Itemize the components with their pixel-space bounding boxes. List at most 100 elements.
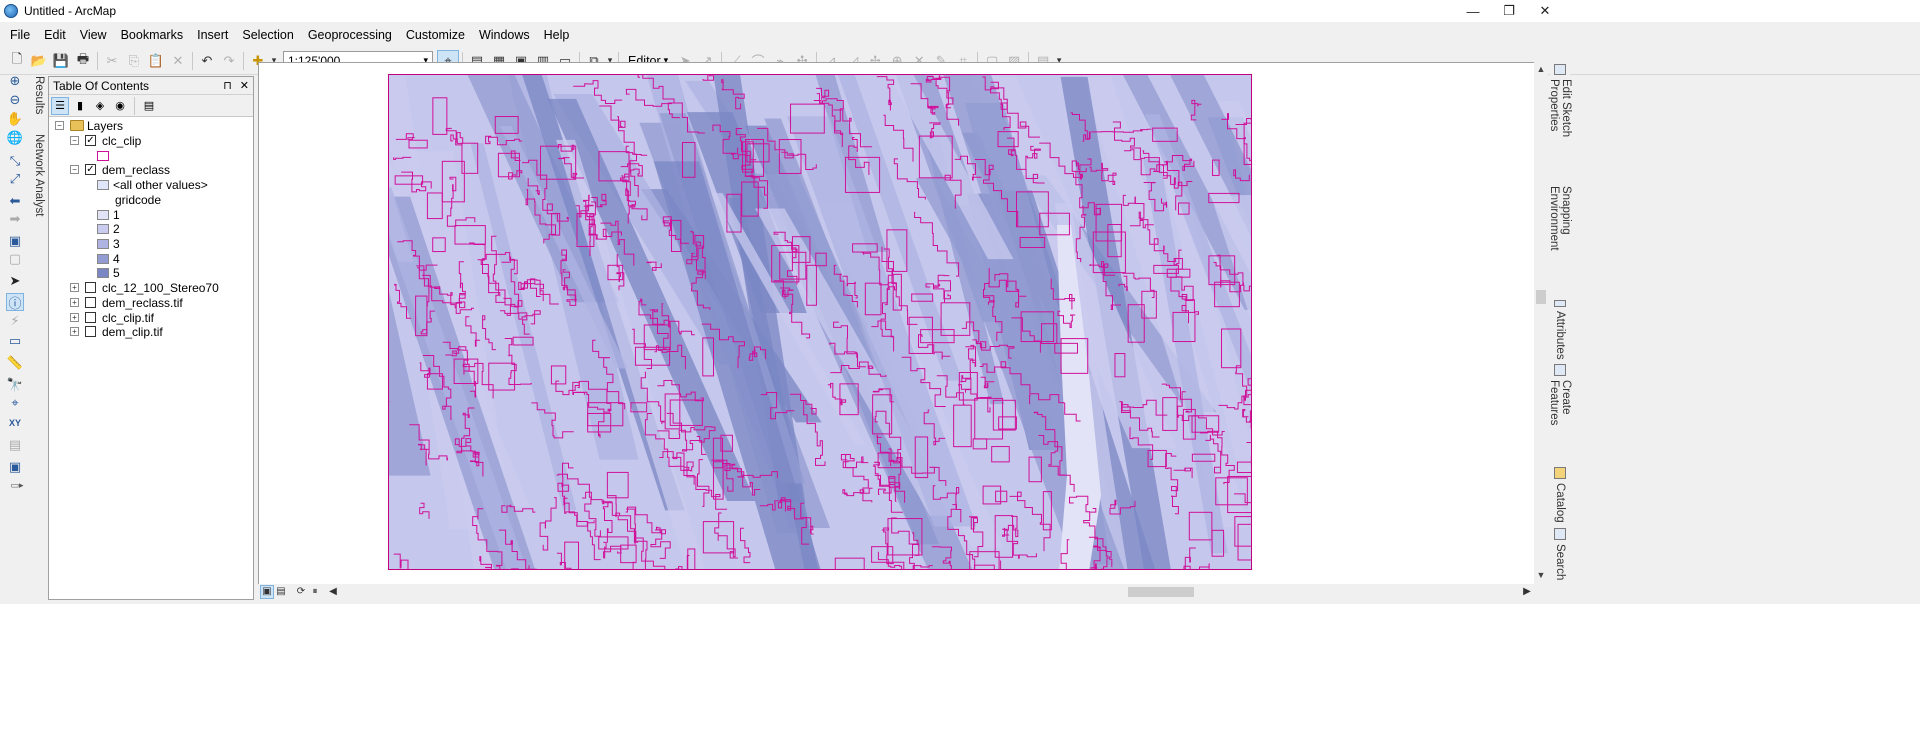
catalog-tab[interactable]: Catalog [1551,467,1569,525]
list-by-drawing-order-icon[interactable]: ☰ [51,96,69,115]
menu-edit[interactable]: Edit [37,24,73,46]
close-button[interactable]: ✕ [1522,0,1568,22]
expand-icon[interactable]: + [70,327,79,336]
expand-icon[interactable]: + [70,313,79,322]
refresh-icon[interactable]: ⟳ [294,585,308,599]
expand-icon[interactable]: + [70,283,79,292]
legend-class-row[interactable]: 3 [97,236,120,251]
list-by-visibility-icon[interactable]: ◈ [91,97,109,115]
hyperlink-icon[interactable]: ⚡ [6,312,24,330]
layer-row-clc-12-100-stereo70[interactable]: + clc_12_100_Stereo70 [70,280,219,295]
legend-swatch[interactable] [97,209,109,220]
layers-root-row[interactable]: − Layers [55,118,123,133]
vertical-scroll-thumb[interactable] [1536,290,1546,304]
polygon-symbol-swatch[interactable] [97,150,109,161]
legend-swatch[interactable] [97,223,109,234]
full-extent-icon[interactable]: ⤢ [6,170,24,188]
collapse-icon[interactable]: − [70,165,79,174]
legend-swatch[interactable] [97,253,109,264]
print-icon[interactable]: 🖶 [72,50,94,72]
menu-geoprocessing[interactable]: Geoprocessing [301,24,399,46]
layer-row-clc-clip-tif[interactable]: + clc_clip.tif [70,310,154,325]
collapse-icon[interactable]: − [55,121,64,130]
network-analyst-tab[interactable]: Network Analyst [30,134,48,244]
undo-icon[interactable]: ↶ [196,50,218,72]
menu-selection[interactable]: Selection [235,24,300,46]
find-icon[interactable]: 🔭 [6,376,24,394]
layer-visibility-checkbox[interactable] [85,326,96,337]
paste-icon[interactable]: 📋 [145,50,167,72]
list-by-selection-icon[interactable]: ◉ [111,97,129,115]
menu-help[interactable]: Help [537,24,577,46]
menu-file[interactable]: File [3,24,37,46]
layout-view-icon[interactable]: ▤ [274,585,288,599]
toc-close-icon[interactable]: ✕ [240,79,249,92]
time-slider-icon[interactable]: ▤ [6,436,24,454]
clear-selection-icon[interactable]: ▢ [6,250,24,268]
globe-icon[interactable]: 🌐 [6,129,24,147]
legend-other-values-row[interactable]: <all other values> [97,177,208,192]
layer-row-dem-reclass-tif[interactable]: + dem_reclass.tif [70,295,183,310]
find-route-icon[interactable]: ⌖ [6,394,24,412]
menu-customize[interactable]: Customize [399,24,472,46]
pause-drawing-icon[interactable]: ⏸ [308,585,322,599]
open-icon[interactable]: 📂 [28,50,50,72]
data-view-icon[interactable]: ▣ [260,584,274,599]
cut-icon[interactable]: ✂ [101,50,123,72]
legend-swatch[interactable] [97,267,109,278]
legend-swatch[interactable] [97,238,109,249]
fixed-zoom-in-icon[interactable]: ⤡ [6,152,24,170]
scroll-right-icon[interactable]: ▶ [1520,585,1534,599]
zoom-out-icon[interactable]: ⊖ [6,91,24,109]
vertical-scrollbar[interactable]: ▲ ▼ [1534,62,1548,584]
layer-row-dem-clip-tif[interactable]: + dem_clip.tif [70,324,163,339]
results-tab[interactable]: Results [30,76,48,134]
forward-extent-icon[interactable]: ➡ [6,210,24,228]
legend-class-row[interactable]: 4 [97,251,120,266]
layer-visibility-checkbox[interactable]: ✓ [85,164,96,175]
legend-class-row[interactable]: 5 [97,265,120,280]
delete-icon[interactable]: ✕ [167,50,189,72]
layer-visibility-checkbox[interactable] [85,297,96,308]
toolbar-overflow-icon[interactable]: ▭▸ [4,476,30,494]
create-features-tab[interactable]: Create Features [1548,364,1572,460]
html-popup-icon[interactable]: ▭ [6,332,24,350]
clc-clip-symbol-row[interactable] [97,148,109,163]
pin-icon[interactable]: ⊓ [223,79,232,92]
menu-windows[interactable]: Windows [472,24,537,46]
collapse-icon[interactable]: − [70,136,79,145]
layer-row-dem-reclass[interactable]: − ✓ dem_reclass [70,162,170,177]
back-extent-icon[interactable]: ⬅ [6,192,24,210]
legend-swatch[interactable] [97,179,109,190]
identify-icon[interactable]: ⓘ [6,293,24,311]
select-features-icon[interactable]: ▣ [6,232,24,250]
attributes-tab[interactable]: Attributes [1551,300,1569,360]
pan-icon[interactable]: ✋ [6,110,24,128]
save-icon[interactable]: 💾 [50,50,72,72]
scroll-up-icon[interactable]: ▲ [1534,64,1548,74]
measure-icon[interactable]: 📏 [6,354,24,372]
edit-sketch-properties-tab[interactable]: Edit Sketch Properties [1548,64,1572,182]
map-canvas[interactable] [388,74,1252,570]
legend-class-row[interactable]: 2 [97,221,120,236]
layer-visibility-checkbox[interactable] [85,282,96,293]
select-elements-icon[interactable]: ➤ [6,272,24,290]
legend-class-row[interactable]: 1 [97,207,120,222]
expand-icon[interactable]: + [70,298,79,307]
list-by-source-icon[interactable]: ▮ [71,97,89,115]
search-tab[interactable]: Search [1551,528,1569,580]
toc-options-icon[interactable]: ▤ [140,97,158,115]
menu-insert[interactable]: Insert [190,24,235,46]
go-to-xy-icon[interactable]: XY [6,414,24,432]
snapping-environment-tab[interactable]: Snapping Environment [1548,186,1572,302]
menu-view[interactable]: View [73,24,114,46]
new-document-icon[interactable]: 🗋 [6,50,28,72]
zoom-in-icon[interactable]: ⊕ [6,72,24,90]
menu-bookmarks[interactable]: Bookmarks [114,24,191,46]
copy-icon[interactable]: ⎘ [123,50,145,72]
layer-visibility-checkbox[interactable]: ✓ [85,135,96,146]
scroll-left-icon[interactable]: ◀ [326,585,340,599]
map-layers-graphic[interactable] [389,75,1252,570]
scroll-down-icon[interactable]: ▼ [1534,570,1548,580]
redo-icon[interactable]: ↷ [218,50,240,72]
